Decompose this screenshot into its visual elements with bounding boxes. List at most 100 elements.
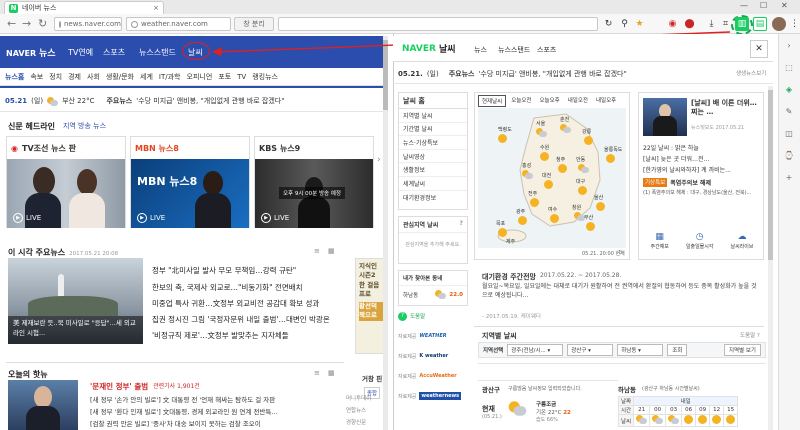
provider-weatheri[interactable]: WEATHER — [419, 333, 446, 339]
nav-tv[interactable]: TV연예 — [68, 47, 93, 58]
weekly-forecast-link[interactable]: ▦ 주간예보 — [650, 232, 668, 250]
weather-nav-newsstand[interactable]: 뉴스스탠드 — [498, 45, 530, 55]
menu-opinion[interactable]: 오피니언 — [187, 72, 213, 82]
region-select-2[interactable]: 광산구 ▾ — [567, 344, 614, 356]
forward-icon[interactable]: → — [22, 17, 31, 30]
sunrise-link[interactable]: ◷ 일출일몰시각 — [686, 232, 714, 250]
list-view-icon[interactable]: ≡ — [314, 247, 320, 255]
menu-economy[interactable]: 경제 — [68, 72, 81, 82]
main-news-item[interactable]: 한보의 축, 국제사 외교로…"비동기화" 전면배치 — [152, 282, 303, 293]
nav-sports[interactable]: 스포츠 — [103, 47, 125, 58]
weather-news-text[interactable]: '수당 미지급' 앤비봉, "개입없게 관행 바로 잡겠다" — [478, 69, 626, 79]
menu-world[interactable]: 세계 — [140, 72, 153, 82]
sidebar-expand-icon[interactable]: › — [784, 40, 794, 50]
map-tab-tomorrow-pm[interactable]: 내일오후 — [593, 95, 619, 107]
main-news-image[interactable]: 美 제재보란 듯..북 미사일로 "응답"...세 외교라인 시험... — [8, 258, 143, 344]
headline-title[interactable]: 신문 헤드라인 — [8, 121, 55, 132]
regional-news-link[interactable]: 지역 방송 뉴스 — [63, 121, 106, 132]
today-news-item[interactable]: [새 정부 '손가 안의 빌로'] 文 대통령 전 '언재 해싸는 탐하도 걸 … — [90, 394, 336, 404]
url-field-left[interactable]: news.naver.com — [54, 17, 122, 31]
tv-next-icon[interactable]: › — [377, 155, 381, 165]
side-item-regional[interactable]: 지역별 날씨 — [399, 109, 467, 123]
main-news-item[interactable]: 정부 "北미사일 발사 무모 무책임…강력 규탄" — [152, 265, 296, 276]
right-scroll-thumb[interactable] — [768, 90, 773, 260]
my-weather-entry[interactable]: 하남동 22.0 — [399, 286, 467, 303]
today-news-item[interactable]: [검찰 권력 안은 빌로] '중사'차 대숭 보이지 못하는 검찰 조오이 — [90, 418, 336, 428]
regional-view-button[interactable]: 지역별 보기 — [723, 344, 761, 356]
side-item-alerts[interactable]: 뉴스·기상특보 — [399, 136, 467, 150]
profile-avatar[interactable] — [772, 17, 786, 31]
map-tab-pm[interactable]: 오늘오후 — [537, 95, 563, 107]
sidebar-memo-icon[interactable]: ✎ — [784, 106, 794, 116]
weather-news-item[interactable]: [날씨] 늦은 곳 더워…전... — [643, 154, 709, 163]
close-panel-icon[interactable]: ✕ — [750, 40, 768, 58]
weather-home-link[interactable]: 날씨 홈 — [399, 93, 467, 109]
weather-news-item[interactable]: 22일 날씨 : 맑은 하늘 — [643, 143, 699, 152]
play-icon[interactable]: ▶ — [261, 213, 271, 223]
map-tab-am[interactable]: 오늘오전 — [508, 95, 534, 107]
weather-news-thumbnail[interactable] — [643, 98, 687, 136]
weather-news-item[interactable]: [한가영의 날씨와하자] 계 까비는... — [643, 165, 761, 174]
today-headline[interactable]: '문재인 정부' 출범 — [90, 381, 148, 392]
info-news-text[interactable]: '수당 미지급' 앤비봉, "개입없게 관행 바로 잡겠다" — [136, 96, 284, 106]
weather-logo[interactable]: NAVER 날씨 — [402, 42, 456, 56]
dust-text[interactable]: 월요일~목요일, 일요일에는 대체로 대기가 원활하여 전 권역에서 환절의 협… — [482, 283, 762, 300]
grid-view-icon[interactable]: ▦ — [328, 369, 335, 377]
back-icon[interactable]: ← — [7, 17, 16, 30]
nav-weather[interactable]: 날씨 — [188, 47, 203, 58]
menu-tv[interactable]: TV — [237, 73, 246, 81]
provider-kweather[interactable]: K weather — [419, 353, 448, 359]
local-help-link[interactable]: 도움말 ? — [740, 331, 760, 339]
nav-newsstand[interactable]: 뉴스스탠드 — [139, 47, 176, 58]
map-tab-tomorrow-am[interactable]: 내일오전 — [565, 95, 591, 107]
korea-weather-map[interactable]: 백령도 서울 춘천 강릉 수원 홍성 청주 안동 대전 대구 전주 울산 광주 … — [478, 108, 626, 248]
fav-hint[interactable]: 관심지역을 추가해 주세요. — [399, 233, 467, 256]
lookup-button[interactable]: 조회 — [667, 344, 688, 356]
sidebar-history-icon[interactable]: ⌚ — [784, 150, 794, 160]
menu-it[interactable]: IT/과학 — [159, 72, 181, 82]
main-news-title[interactable]: 이 시각 주요뉴스 — [8, 247, 65, 258]
grid-view-icon[interactable]: ▦ — [328, 247, 335, 255]
side-item-air[interactable]: 대기환경정보 — [399, 191, 467, 205]
split-layout-icon[interactable]: ▤ — [753, 17, 767, 31]
maximize-icon[interactable]: ☐ — [760, 1, 767, 10]
today-news-item[interactable]: [새 정부 '환다 인재 빌로'] 文대통령, 경제 외교라인 원 연계 전반특… — [90, 406, 336, 416]
menu-society[interactable]: 사회 — [87, 72, 100, 82]
today-count[interactable]: 관련기사 1,901건 — [153, 381, 200, 392]
provider-weathernews[interactable]: weathernews — [419, 392, 462, 400]
region-select-1[interactable]: 광주(전남/시... ▾ — [507, 344, 564, 356]
sidebar-bookmark-icon[interactable]: ⬚ — [784, 62, 794, 72]
today-news-image[interactable] — [8, 380, 78, 430]
browser-tab[interactable]: N 네이버 뉴스 × — [4, 1, 164, 14]
alert-text[interactable]: (1) 폭염주의보 해제 : 대구, 경상남도(울산, 전북)... — [643, 190, 761, 197]
map-tab-now[interactable]: 현재날씨 — [478, 95, 507, 107]
play-icon[interactable]: ▶ — [13, 213, 23, 223]
minimize-icon[interactable]: — — [740, 1, 748, 10]
help-icon[interactable]: ? — [460, 220, 463, 229]
menu-politics[interactable]: 정치 — [49, 72, 62, 82]
weather-nav-sports[interactable]: 스포츠 — [537, 45, 556, 55]
close-tab-icon[interactable]: × — [153, 4, 159, 12]
tv-card-mbn[interactable]: MBN 뉴스8 MBN 뉴스8 ▶ LIVE — [130, 136, 250, 228]
menu-life[interactable]: 생활/문화 — [106, 72, 134, 82]
alert-title[interactable]: 폭염주의보 해제 — [670, 178, 711, 187]
main-news-item[interactable]: '비정규직 제로'…文정부 발맞추는 지자체들 — [152, 330, 289, 341]
play-icon[interactable]: ▶ — [137, 213, 147, 223]
help-link[interactable]: ? 도움말 — [398, 310, 468, 322]
tv-card-kbs[interactable]: KBS 뉴스9 오후 9시 00분 방송 예정 ▶ LIVE — [254, 136, 374, 228]
menu-home[interactable]: 뉴스홈 — [5, 72, 24, 82]
refresh-icon[interactable]: ↻ — [38, 17, 47, 30]
region-select-3[interactable]: 하남동 ▾ — [617, 344, 664, 356]
main-news-item[interactable]: 집권 정시진 그림 '국정자문위 내일 출범'…대변인 박광온 — [152, 314, 330, 325]
info-weather[interactable]: 부산 22°C — [62, 96, 94, 106]
weather-news-title[interactable]: [날씨] 배 이른 더위…찌는 … — [691, 99, 761, 117]
tv-card-tvchosun[interactable]: ◉ TV조선 뉴스 판 ▶ LIVE — [6, 136, 126, 228]
side-item-world[interactable]: 세계날씨 — [399, 177, 467, 191]
today-title[interactable]: 오늘의 핫뉴 — [8, 369, 48, 380]
sidebar-screenshot-icon[interactable]: ◫ — [784, 128, 794, 138]
side-item-period[interactable]: 기간별 날씨 — [399, 123, 467, 137]
side-item-video[interactable]: 날씨영상 — [399, 150, 467, 164]
dust-title[interactable]: 대기환경 주간전망 — [482, 272, 536, 282]
menu-photo[interactable]: 포토 — [218, 72, 231, 82]
refresh-map-icon[interactable]: ↻ — [618, 249, 623, 256]
